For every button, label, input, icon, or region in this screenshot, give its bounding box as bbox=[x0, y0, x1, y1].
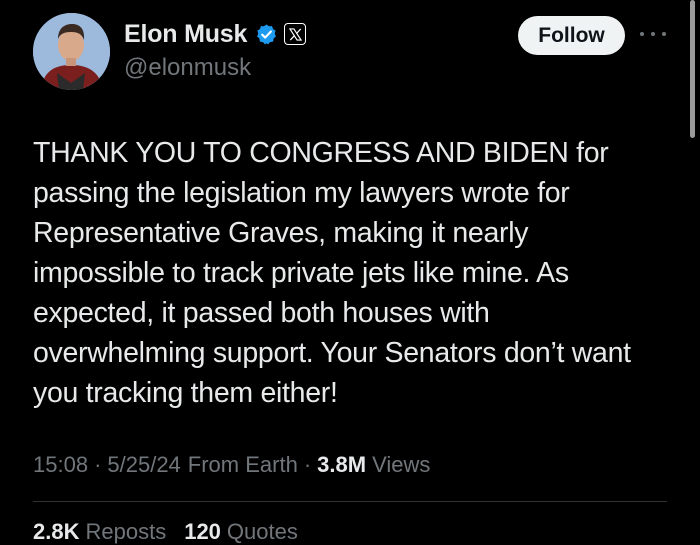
engagement-stats: 2.8K Reposts 120 Quotes bbox=[33, 519, 298, 545]
quotes-count[interactable]: 120 bbox=[184, 519, 221, 545]
more-dot bbox=[640, 32, 644, 36]
follow-button[interactable]: Follow bbox=[518, 16, 625, 55]
author-name-row: Elon Musk bbox=[124, 17, 307, 51]
tweet-date[interactable]: 5/25/24 bbox=[107, 452, 180, 478]
avatar-image bbox=[33, 13, 110, 90]
meta-separator: · bbox=[94, 452, 102, 477]
author-display-name[interactable]: Elon Musk bbox=[124, 20, 247, 49]
more-options-icon[interactable] bbox=[640, 24, 666, 44]
more-dot bbox=[651, 32, 655, 36]
views-count[interactable]: 3.8M bbox=[317, 452, 366, 478]
more-dot bbox=[662, 32, 666, 36]
tweet-meta: 15:08 · 5/25/24 From Earth · 3.8M Views bbox=[33, 452, 430, 478]
meta-separator: · bbox=[303, 452, 312, 477]
views-label[interactable]: Views bbox=[372, 452, 430, 478]
tweet-time[interactable]: 15:08 bbox=[33, 452, 88, 478]
tweet-text: THANK YOU TO CONGRESS AND BIDEN for pass… bbox=[33, 137, 631, 409]
x-logo-icon[interactable] bbox=[284, 23, 307, 45]
reposts-count[interactable]: 2.8K bbox=[33, 519, 79, 545]
reposts-label[interactable]: Reposts bbox=[85, 519, 166, 545]
divider bbox=[33, 501, 667, 502]
verified-badge-icon[interactable] bbox=[255, 23, 278, 46]
quotes-label[interactable]: Quotes bbox=[227, 519, 298, 545]
author-handle[interactable]: @elonmusk bbox=[124, 54, 251, 82]
tweet-source: From Earth bbox=[187, 452, 298, 477]
scrollbar-thumb[interactable] bbox=[690, 0, 695, 138]
avatar[interactable] bbox=[33, 13, 110, 90]
